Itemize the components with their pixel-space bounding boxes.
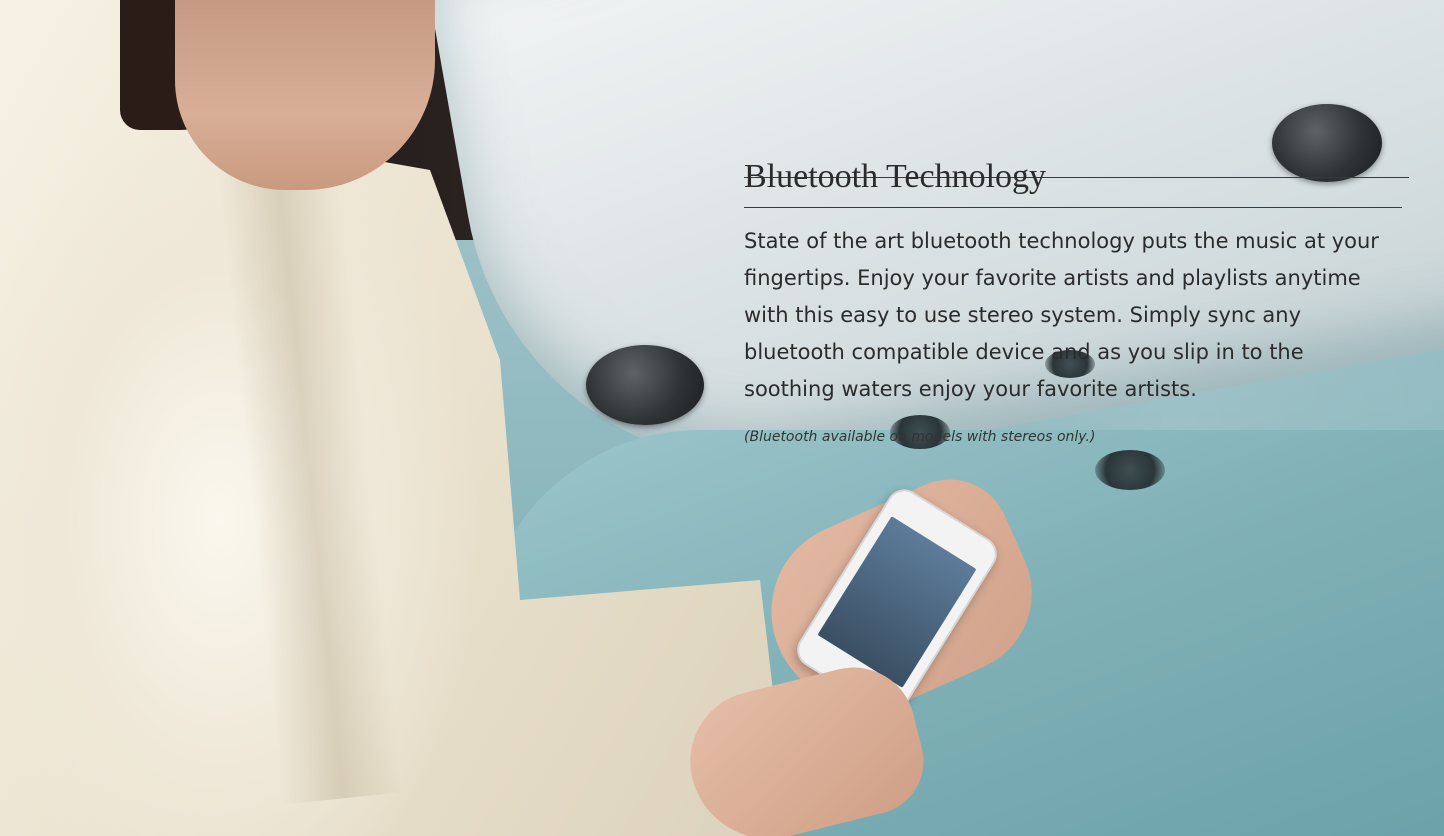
description-line: with this easy to use stereo system. Sim… (744, 303, 1302, 327)
tub-speaker-right (1272, 104, 1382, 182)
availability-note: (Bluetooth available on models with ster… (744, 429, 1096, 445)
description-line: fingertips. Enjoy your favorite artists … (744, 266, 1361, 290)
feature-title: Bluetooth Technology (744, 158, 1047, 195)
title-rule-bottom (744, 207, 1402, 208)
tub-jet (1095, 450, 1165, 490)
description-line: bluetooth compatible device and as you s… (744, 340, 1304, 364)
tub-speaker-left (586, 345, 704, 425)
description-line: State of the art bluetooth technology pu… (744, 229, 1379, 253)
description-line: soothing waters enjoy your favorite arti… (744, 377, 1197, 401)
hero-banner: Bluetooth Technology State of the art bl… (0, 0, 1444, 836)
feature-description: State of the art bluetooth technology pu… (744, 223, 1409, 408)
